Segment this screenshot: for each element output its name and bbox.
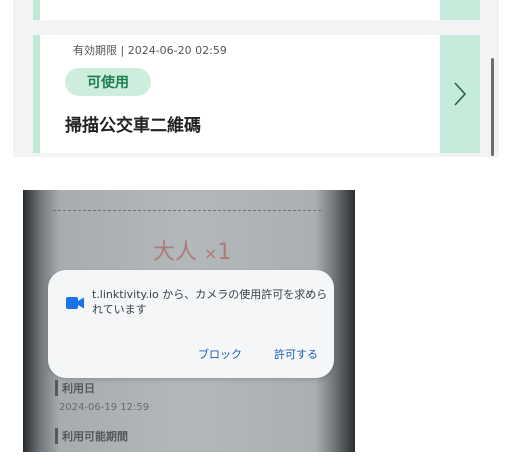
permission-message: t.linktivity.io から、カメラの使用許可を求められています <box>92 288 328 316</box>
ticket-card[interactable]: 有効期限 | 2024-06-20 02:59 可使用 掃描公交車二維碼 <box>33 35 457 153</box>
fare-multiplier: × <box>204 244 218 263</box>
previous-ticket-card[interactable] <box>33 0 457 20</box>
ticket-valid-until: 有効期限 | 2024-06-20 02:59 <box>73 44 227 57</box>
fare-passenger-count: 大人 ×1 <box>153 234 231 266</box>
scrollbar[interactable] <box>491 58 494 156</box>
ticket-open-button[interactable] <box>440 35 480 153</box>
status-badge: 可使用 <box>65 68 151 96</box>
usage-date-label: 利用日 <box>55 380 95 396</box>
fare-label: 大人 <box>153 240 198 265</box>
usage-period-label: 利用可能期間 <box>55 428 128 444</box>
phone-photo: 大人 ×1 t.linktivity.io から、カメラの使用許可を求められてい… <box>23 190 355 452</box>
fare-count: 1 <box>217 240 232 265</box>
allow-button[interactable]: 許可する <box>274 346 318 362</box>
camera-permission-dialog: t.linktivity.io から、カメラの使用許可を求められています ブロッ… <box>48 270 334 378</box>
usage-date-value: 2024-06-19 12:59 <box>59 402 150 413</box>
block-button[interactable]: ブロック <box>198 346 242 362</box>
ticket-list-screenshot: 有効期限 | 2024-06-20 02:59 可使用 掃描公交車二維碼 <box>13 0 499 157</box>
camera-icon <box>66 297 84 309</box>
chevron-right-icon <box>454 82 467 106</box>
ticket-title: 掃描公交車二維碼 <box>65 116 201 136</box>
dashed-divider <box>53 210 321 211</box>
previous-ticket-side-button[interactable] <box>440 0 480 20</box>
